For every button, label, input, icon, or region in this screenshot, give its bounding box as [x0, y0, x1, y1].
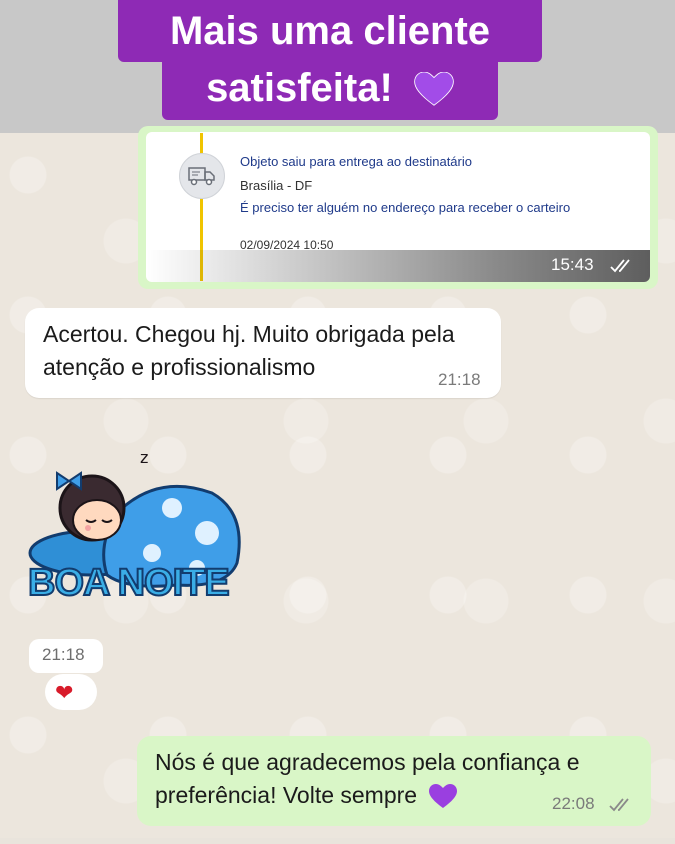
sticker-caption: BOA NOITE	[27, 561, 231, 605]
purple-heart-icon	[414, 72, 454, 107]
incoming-message-time: 21:18	[438, 370, 481, 389]
double-check-icon	[610, 259, 630, 273]
incoming-message-text: Acertou. Chegou hj. Muito obrigada pela …	[43, 321, 455, 380]
bottom-strip	[0, 838, 675, 844]
purple-heart-icon	[429, 783, 458, 808]
outgoing-message-time: 22:08	[552, 794, 595, 813]
banner-title-line1: Mais uma cliente	[118, 0, 542, 62]
tracking-title: Objeto saiu para entrega ao destinatário	[240, 154, 472, 169]
tracking-note: É preciso ter alguém no endereço para re…	[240, 200, 571, 215]
banner-title-line2: satisfeita!	[162, 62, 498, 120]
sticker-time: 21:18	[42, 645, 85, 664]
outgoing-message-body: Nós é que agradecemos pela confiança e p…	[155, 749, 580, 808]
tracking-city: Brasília - DF	[240, 178, 313, 193]
svg-text:z: z	[140, 448, 148, 467]
tracking-message-time: 15:43	[551, 255, 594, 274]
double-check-icon	[609, 798, 629, 812]
red-heart-icon: ❤	[55, 680, 74, 705]
truck-icon	[179, 153, 225, 199]
banner-title-line2-text: satisfeita!	[206, 66, 393, 110]
